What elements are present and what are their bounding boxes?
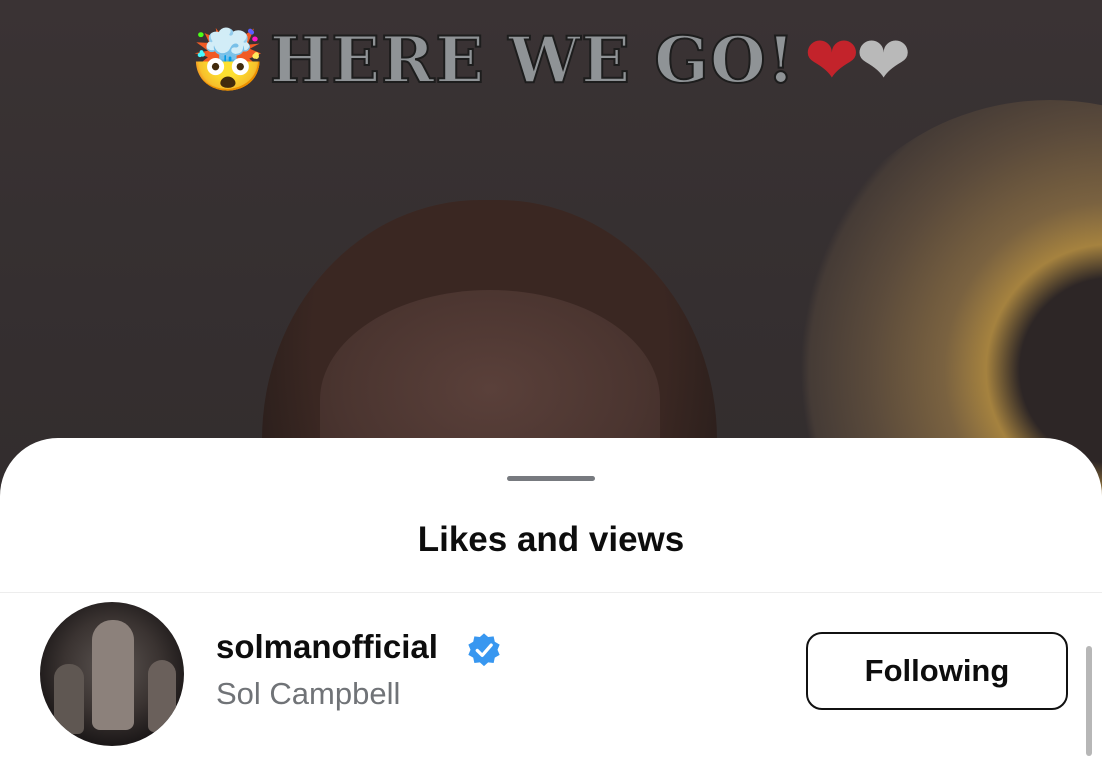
white-heart-icon: ❤ [856, 23, 912, 97]
avatar[interactable] [40, 602, 184, 746]
story-caption: 🤯 HERE WE GO! ❤ ❤ [0, 22, 1102, 99]
exploding-head-emoji: 🤯 [190, 27, 266, 94]
viewer-username[interactable]: solmanofficial [216, 628, 438, 666]
following-button[interactable]: Following [806, 632, 1068, 710]
scrollbar[interactable] [1086, 646, 1092, 756]
red-heart-icon: ❤ [804, 23, 860, 97]
likes-and-views-sheet: Likes and views solmanofficial Sol Campb… [0, 438, 1102, 768]
sheet-title: Likes and views [417, 520, 685, 559]
verified-badge-icon [468, 633, 500, 667]
caption-text: HERE WE GO! [269, 22, 796, 99]
avatar-figure-left [54, 664, 84, 734]
sheet-grabber-handle[interactable] [507, 476, 595, 481]
viewer-row[interactable]: solmanofficial Sol Campbell Following [0, 598, 1102, 756]
avatar-figure-center [92, 620, 134, 730]
divider [0, 592, 1102, 593]
avatar-figure-right [148, 660, 176, 732]
viewer-full-name: Sol Campbell [216, 676, 401, 711]
